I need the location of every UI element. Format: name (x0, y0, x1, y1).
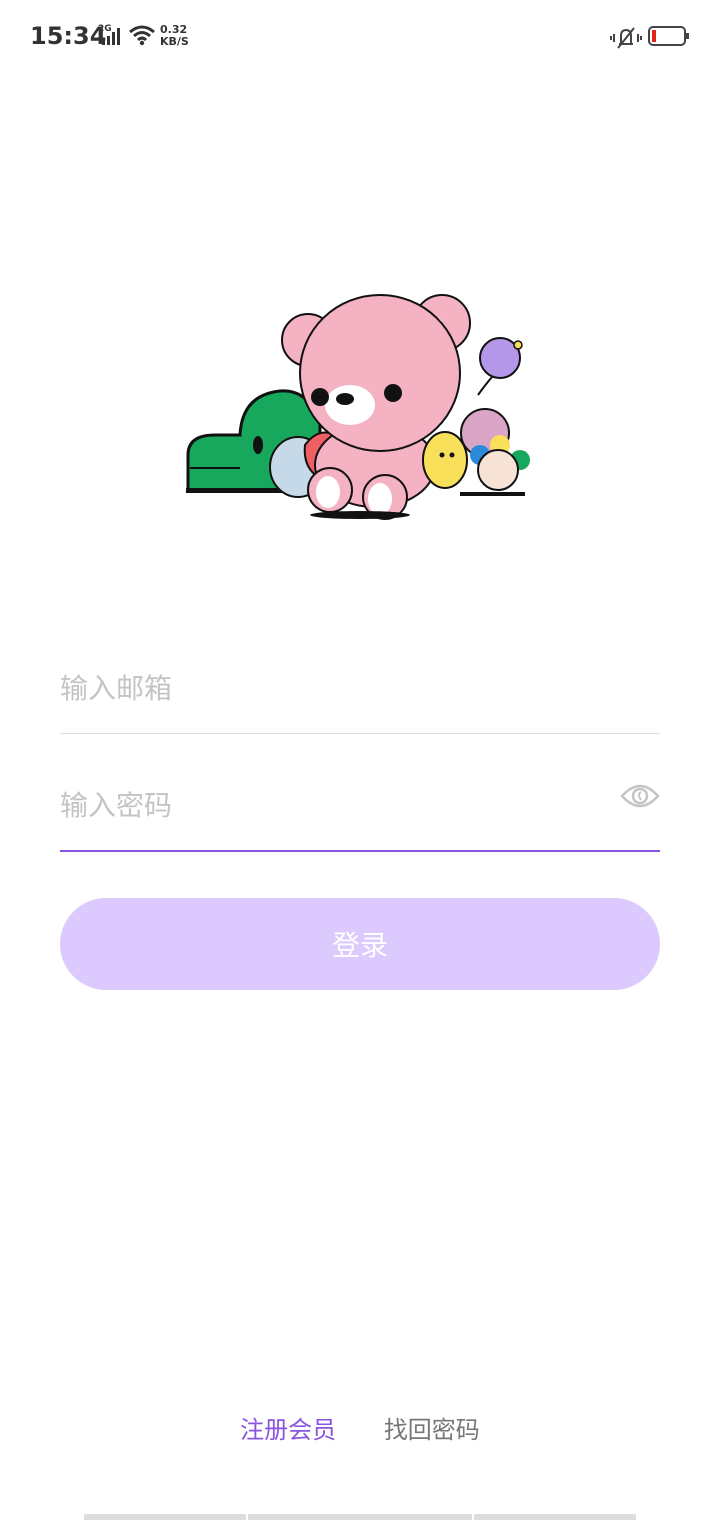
mascot-illustration (186, 294, 530, 520)
gesture-segment-right[interactable] (474, 1514, 636, 1520)
login-screen: 15:34 2G 0.32 KB/S 输入邮箱 登录 注册会员 找回密码 (0, 0, 720, 1520)
register-link[interactable]: 注册会员 (240, 1416, 336, 1444)
speed-unit: KB/S (160, 35, 189, 48)
gesture-segment-center[interactable] (248, 1514, 472, 1520)
wifi-icon (129, 25, 155, 46)
email-input[interactable] (60, 643, 600, 733)
password-input[interactable] (60, 760, 600, 850)
status-bar: 15:34 2G 0.32 KB/S (0, 0, 720, 74)
forgot-password-link[interactable]: 找回密码 (384, 1416, 480, 1444)
email-field-container (60, 643, 660, 734)
eye-icon[interactable] (620, 782, 660, 810)
login-button[interactable]: 登录 (60, 898, 660, 990)
password-field-container (60, 760, 660, 852)
bottom-links: 注册会员 找回密码 (0, 1410, 720, 1445)
status-time: 15:34 (30, 22, 107, 50)
gesture-navigation-bar[interactable] (84, 1514, 636, 1520)
gesture-segment-left[interactable] (84, 1514, 246, 1520)
signal-icon (102, 28, 120, 45)
network-speed: 0.32 KB/S (160, 24, 189, 48)
vibrate-icon (610, 27, 642, 49)
battery-icon (648, 26, 689, 46)
